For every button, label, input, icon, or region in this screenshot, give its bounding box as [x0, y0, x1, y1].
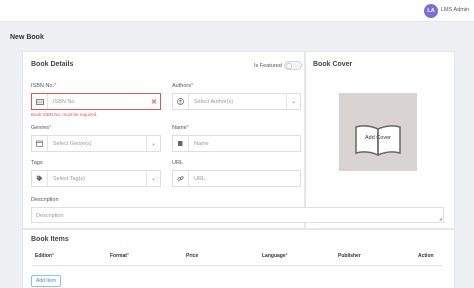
description-label: Description: [31, 197, 59, 203]
tags-select[interactable]: Select Tag(s) ⌄: [31, 170, 161, 187]
isbn-error-message: Book ISBN No. must be required.: [31, 112, 98, 117]
authors-placeholder: Select Author(s): [194, 98, 234, 105]
book-details-title: Book Details: [31, 61, 74, 68]
isbn-input[interactable]: ISBN No.: [48, 99, 148, 105]
column-header-publisher: Publisher: [338, 253, 361, 259]
column-header-action: Action: [418, 253, 434, 259]
table-divider: [32, 265, 442, 266]
column-header-language: Language*: [262, 253, 288, 259]
chevron-down-icon[interactable]: ⌄: [146, 136, 160, 151]
barcode-icon: [32, 94, 48, 109]
name-input[interactable]: Name: [189, 141, 300, 147]
add-cover-label: Add Cover: [365, 135, 391, 141]
link-icon: [173, 171, 189, 186]
add-item-button[interactable]: Add Item: [31, 275, 61, 287]
genres-placeholder: Select Genre(s): [53, 140, 92, 147]
name-label: Name*: [172, 125, 189, 131]
genres-label: Genres*: [31, 125, 52, 131]
toggle-knob: [286, 63, 292, 69]
isbn-field[interactable]: ISBN No. ✕: [31, 93, 161, 110]
tags-placeholder: Select Tag(s): [53, 175, 85, 182]
name-field[interactable]: Name: [172, 135, 301, 152]
chevron-down-icon[interactable]: ⌄: [146, 171, 160, 186]
authors-label: Authors*: [172, 83, 194, 89]
genres-select[interactable]: Select Genre(s) ⌄: [31, 135, 161, 152]
featured-toggle[interactable]: [284, 61, 302, 70]
column-header-edition: Edition*: [35, 253, 54, 259]
book-cover-title: Book Cover: [313, 61, 353, 68]
user-name[interactable]: LMS Admin: [441, 7, 469, 13]
chevron-down-icon[interactable]: ⌄: [286, 94, 300, 109]
description-placeholder: Description: [36, 213, 64, 219]
tags-label: Tags: [31, 160, 43, 166]
tag-icon: [32, 171, 48, 186]
column-header-price: Price: [186, 253, 199, 259]
page-title: New Book: [10, 34, 44, 41]
clear-icon[interactable]: ✕: [148, 98, 160, 106]
user-icon: [173, 94, 189, 109]
book-icon: [173, 136, 189, 151]
url-field[interactable]: URL: [172, 170, 301, 187]
description-textarea[interactable]: Description ◢: [31, 207, 444, 223]
isbn-label: ISBN No.*: [31, 83, 57, 89]
book-items-card: [22, 229, 455, 288]
url-input[interactable]: URL: [189, 176, 300, 182]
authors-select[interactable]: Select Author(s) ⌄: [172, 93, 301, 110]
featured-label: Is Featured: [254, 63, 282, 69]
url-label: URL: [172, 160, 184, 166]
book-items-title: Book Items: [31, 236, 69, 243]
column-header-format: Format*: [110, 253, 129, 259]
resize-handle-icon[interactable]: ◢: [439, 216, 442, 221]
calendar-icon: [32, 136, 48, 151]
top-bar: LA LMS Admin: [0, 0, 474, 22]
add-cover-button[interactable]: Add Cover: [339, 93, 417, 171]
avatar[interactable]: LA: [424, 4, 438, 18]
